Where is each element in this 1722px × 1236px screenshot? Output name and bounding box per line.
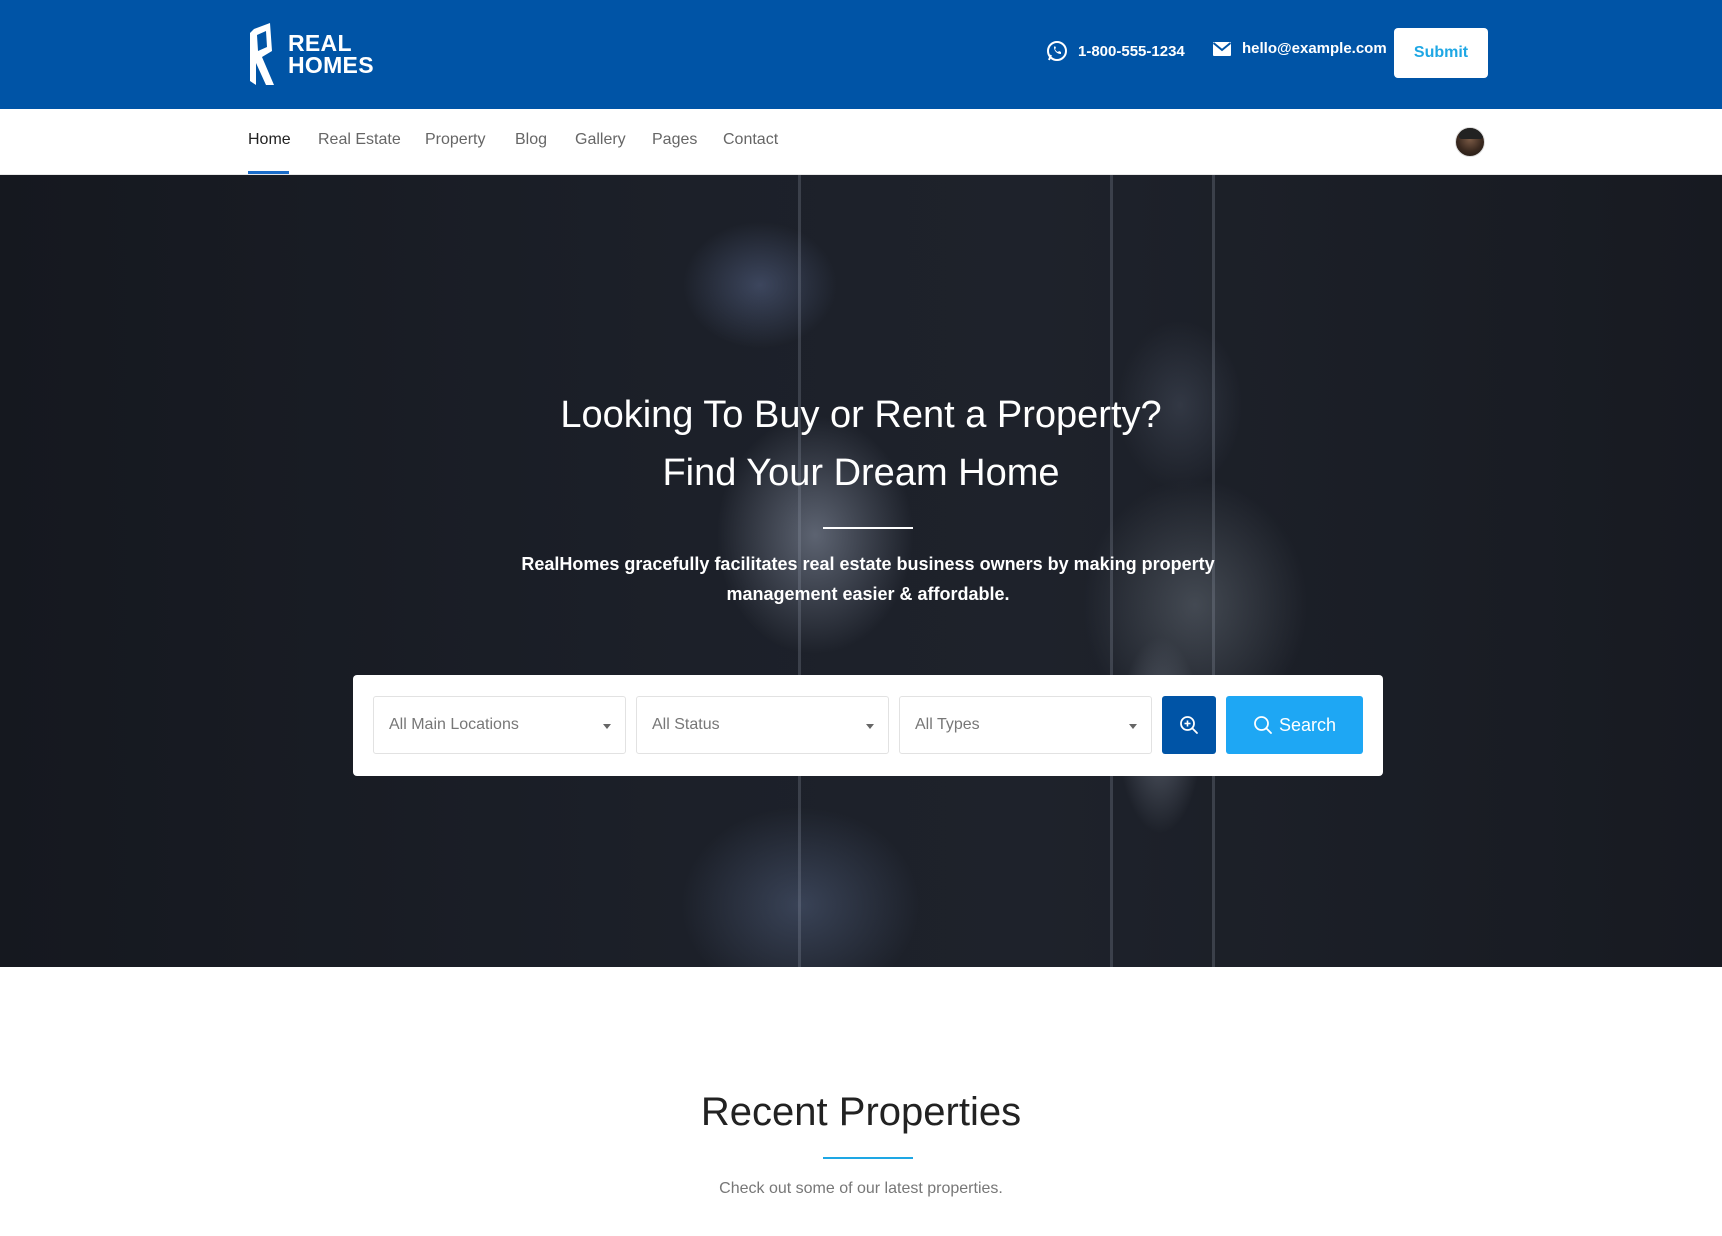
search-icon: [1254, 716, 1272, 734]
logo-icon: [250, 23, 274, 85]
location-select-value: All Main Locations: [389, 716, 519, 733]
location-select[interactable]: All Main Locations: [373, 696, 626, 754]
search-button[interactable]: Search: [1226, 696, 1363, 754]
caret-down-icon: [866, 724, 874, 729]
type-select-value: All Types: [915, 716, 980, 733]
caret-down-icon: [1129, 724, 1137, 729]
user-avatar[interactable]: [1455, 127, 1485, 157]
logo[interactable]: REAL HOMES: [248, 22, 374, 86]
status-select[interactable]: All Status: [636, 696, 889, 754]
hero-section: Looking To Buy or Rent a Property? Find …: [0, 175, 1722, 967]
recent-properties-subtitle: Check out some of our latest properties.: [719, 1180, 1003, 1197]
property-search-panel: All Main Locations All Status All Types …: [353, 675, 1383, 776]
hero-title-line-2: Find Your Dream Home: [662, 452, 1060, 494]
status-select-value: All Status: [652, 716, 720, 733]
whatsapp-icon: [1047, 41, 1067, 61]
search-button-label: Search: [1278, 714, 1337, 735]
mail-icon: [1212, 41, 1232, 56]
hero-title-line-1: Looking To Buy or Rent a Property?: [560, 394, 1162, 436]
phone-contact[interactable]: 1-800-555-1234: [1046, 40, 1185, 62]
nav-item-contact[interactable]: Contact: [723, 131, 778, 149]
logo-line-2: HOMES: [288, 52, 374, 78]
nav-item-home[interactable]: Home: [248, 131, 291, 149]
nav-item-real-estate[interactable]: Real Estate: [318, 131, 401, 149]
logo-text: REAL HOMES: [288, 30, 374, 78]
nav-item-pages[interactable]: Pages: [652, 131, 697, 149]
nav-item-blog[interactable]: Blog: [515, 131, 547, 149]
logo-line-1: REAL: [288, 30, 352, 56]
nav-item-gallery[interactable]: Gallery: [575, 131, 626, 149]
submit-button[interactable]: Submit: [1394, 28, 1488, 78]
type-select[interactable]: All Types: [899, 696, 1152, 754]
advanced-search-button[interactable]: [1162, 696, 1216, 754]
top-header: REAL HOMES 1-800-555-1234 hello@example.…: [0, 0, 1722, 109]
hero-divider: [823, 527, 913, 529]
active-nav-indicator: [248, 171, 289, 174]
phone-number: 1-800-555-1234: [1078, 42, 1185, 60]
email-contact[interactable]: hello@example.com: [1212, 40, 1387, 57]
recent-properties-title: Recent Properties: [700, 1090, 1022, 1134]
nav-item-property[interactable]: Property: [425, 131, 485, 149]
caret-down-icon: [603, 724, 611, 729]
recent-properties-divider: [823, 1157, 913, 1159]
hero-description: RealHomes gracefully facilitates real es…: [521, 554, 1215, 604]
hero-title: Looking To Buy or Rent a Property? Find …: [0, 386, 1722, 502]
email-address: hello@example.com: [1242, 40, 1387, 57]
zoom-in-icon: [1180, 716, 1198, 734]
